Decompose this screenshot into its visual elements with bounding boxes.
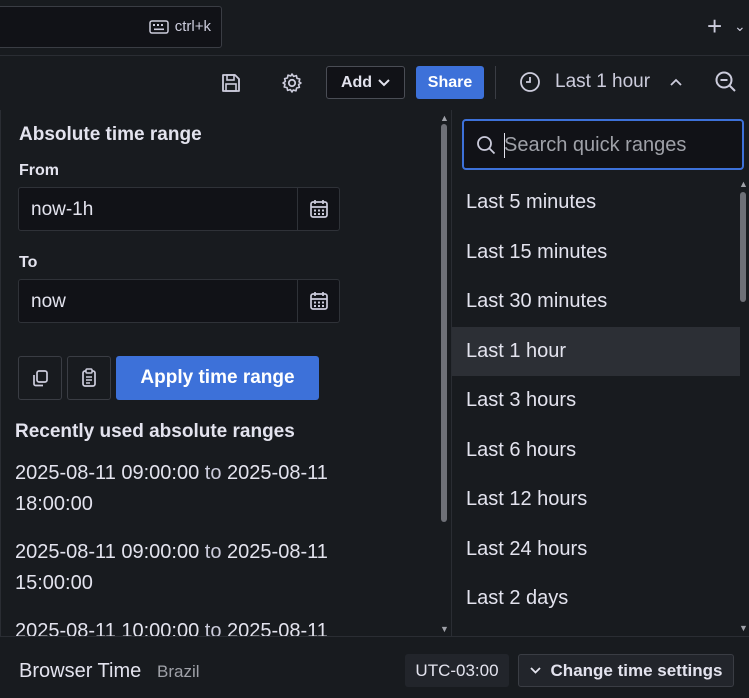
quick-range-item[interactable]: Last 24 hours: [452, 525, 740, 575]
time-range-picker[interactable]: Last 1 hour: [519, 68, 738, 96]
scroll-down-arrow-icon[interactable]: ▼: [739, 624, 748, 633]
to-label: To: [19, 254, 38, 271]
quick-range-item[interactable]: Last 15 minutes: [452, 228, 740, 278]
to-field[interactable]: now: [18, 279, 340, 323]
keyboard-shortcut-hint: ctrl+k: [148, 18, 211, 35]
time-range-label: Last 1 hour: [555, 71, 651, 92]
from-label: From: [19, 162, 59, 179]
clock-icon: [520, 72, 540, 92]
apply-time-range-button[interactable]: Apply time range: [116, 356, 319, 400]
keyboard-icon: [148, 19, 169, 34]
toolbar-divider: [495, 66, 496, 99]
top-bar: ctrl+k + ⌄: [0, 0, 749, 56]
recent-range-item[interactable]: 2025-08-11 09:00:00 to 2025-08-11 15:00:…: [15, 537, 425, 599]
scroll-down-arrow-icon[interactable]: ▼: [440, 625, 449, 634]
from-value: now-1h: [31, 199, 94, 220]
quick-range-item[interactable]: Last 6 hours: [452, 426, 740, 476]
left-scrollbar-thumb[interactable]: [441, 124, 447, 522]
paste-button[interactable]: [67, 356, 111, 400]
recent-range-item[interactable]: 2025-08-11 09:00:00 to 2025-08-11 18:00:…: [15, 458, 425, 520]
global-search-box[interactable]: ctrl+k: [0, 6, 222, 48]
quick-range-item-selected[interactable]: Last 1 hour: [452, 326, 740, 376]
zoom-out-icon[interactable]: [714, 70, 738, 94]
recent-range-separator: to: [204, 620, 222, 636]
recent-range-from: 2025-08-11 09:00:00: [15, 541, 200, 563]
time-settings-footer: Browser Time Brazil UTC-03:00 Change tim…: [0, 636, 749, 698]
chevron-up-icon: [670, 78, 682, 86]
quick-range-item[interactable]: Last 3 hours: [452, 376, 740, 426]
quick-range-item[interactable]: Last 12 hours: [452, 475, 740, 525]
recent-range-separator: to: [204, 462, 222, 484]
timezone-title: Browser Time: [19, 660, 142, 682]
recent-range-to-date: 2025-08-11: [227, 541, 328, 563]
share-button[interactable]: Share: [416, 66, 484, 99]
quick-ranges-section: Search quick ranges Last 5 minutes Last …: [451, 110, 749, 636]
add-button[interactable]: Add: [326, 66, 405, 99]
recent-range-from: 2025-08-11 10:00:00: [15, 620, 200, 636]
recent-range-to-time: 15:00:00: [15, 572, 93, 594]
recent-range-separator: to: [204, 541, 222, 563]
scroll-up-arrow-icon[interactable]: ▲: [440, 114, 449, 123]
to-value: now: [31, 291, 66, 312]
recent-range-to-time: 18:00:00: [15, 493, 93, 515]
change-time-settings-label: Change time settings: [550, 660, 723, 680]
copy-button[interactable]: [18, 356, 62, 400]
chevron-down-icon: [378, 78, 390, 86]
plus-icon[interactable]: +: [707, 13, 722, 39]
recent-range-to-date: 2025-08-11: [227, 620, 328, 636]
scroll-up-arrow-icon[interactable]: ▲: [739, 180, 748, 189]
chevron-down-icon[interactable]: ⌄: [734, 18, 746, 35]
chevron-down-icon: [529, 667, 541, 674]
change-time-settings-button[interactable]: Change time settings: [518, 654, 734, 687]
gear-icon[interactable]: [280, 71, 304, 95]
quick-ranges-search-input[interactable]: Search quick ranges: [462, 119, 744, 170]
timezone-region: Brazil: [157, 662, 200, 681]
recent-ranges-heading: Recently used absolute ranges: [15, 421, 295, 442]
calendar-icon[interactable]: [297, 280, 339, 322]
add-button-label: Add: [340, 73, 373, 91]
from-field[interactable]: now-1h: [18, 187, 340, 231]
recent-range-item[interactable]: 2025-08-11 10:00:00 to 2025-08-11: [15, 616, 425, 636]
clipboard-icon: [82, 368, 96, 387]
right-scrollbar-thumb[interactable]: [740, 192, 746, 302]
save-icon[interactable]: [219, 71, 243, 95]
time-range-panel: Absolute time range From now-1h To now A…: [0, 110, 749, 698]
quick-ranges-list: Last 5 minutes Last 15 minutes Last 30 m…: [452, 178, 740, 624]
utc-offset-badge: UTC-03:00: [405, 654, 509, 687]
copy-icon: [33, 370, 48, 387]
quick-range-item[interactable]: Last 5 minutes: [452, 178, 740, 228]
recent-range-from: 2025-08-11 09:00:00: [15, 462, 200, 484]
absolute-range-heading: Absolute time range: [19, 124, 202, 145]
shortcut-text: ctrl+k: [174, 18, 211, 35]
calendar-icon[interactable]: [297, 188, 339, 230]
quick-range-item[interactable]: Last 2 days: [452, 574, 740, 624]
search-icon: [477, 136, 496, 155]
quick-range-item[interactable]: Last 30 minutes: [452, 277, 740, 327]
dashboard-toolbar: Add Share Last 1 hour: [0, 56, 749, 110]
absolute-range-section: Absolute time range From now-1h To now A…: [1, 110, 451, 637]
quick-ranges-placeholder: Search quick ranges: [504, 134, 687, 156]
recent-range-to-date: 2025-08-11: [227, 462, 328, 484]
